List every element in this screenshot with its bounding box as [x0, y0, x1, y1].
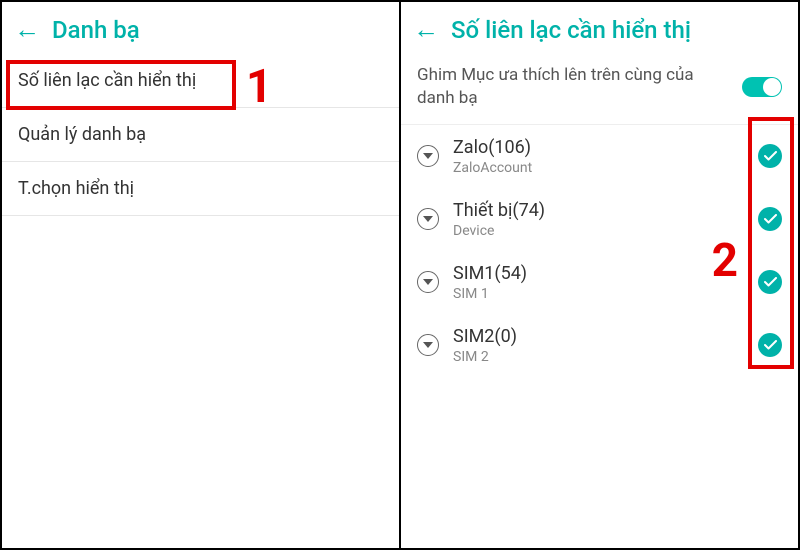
- account-text: SIM2(0) SIM 2: [453, 326, 744, 365]
- checkmark-icon[interactable]: [758, 333, 782, 357]
- account-row-zalo[interactable]: Zalo(106) ZaloAccount: [401, 125, 798, 188]
- expand-icon[interactable]: [417, 208, 439, 230]
- right-screen: ← Số liên lạc cần hiển thị Ghim Mục ưa t…: [401, 2, 798, 548]
- back-icon[interactable]: ←: [413, 17, 439, 43]
- account-title: Thiết bị(74): [453, 200, 744, 221]
- menu-item-contacts-to-display[interactable]: Số liên lạc cần hiển thị: [2, 54, 399, 108]
- page-title: Số liên lạc cần hiển thị: [451, 16, 691, 44]
- annotation-number-2: 2: [712, 234, 738, 288]
- checkmark-icon[interactable]: [758, 207, 782, 231]
- account-subtitle: SIM 1: [453, 286, 744, 302]
- account-text: Zalo(106) ZaloAccount: [453, 137, 744, 176]
- checkmark-icon[interactable]: [758, 270, 782, 294]
- account-title: SIM2(0): [453, 326, 744, 347]
- page-title: Danh bạ: [52, 16, 140, 44]
- account-row-sim1[interactable]: SIM1(54) SIM 1: [401, 251, 798, 314]
- account-title: SIM1(54): [453, 263, 744, 284]
- header: ← Số liên lạc cần hiển thị: [401, 2, 798, 54]
- back-icon[interactable]: ←: [14, 17, 40, 43]
- expand-icon[interactable]: [417, 271, 439, 293]
- header: ← Danh bạ: [2, 2, 399, 54]
- account-title: Zalo(106): [453, 137, 744, 158]
- checkmark-icon[interactable]: [758, 144, 782, 168]
- account-row-sim2[interactable]: SIM2(0) SIM 2: [401, 314, 798, 377]
- menu-item-manage-contacts[interactable]: Quản lý danh bạ: [2, 108, 399, 162]
- expand-icon[interactable]: [417, 334, 439, 356]
- account-row-device[interactable]: Thiết bị(74) Device: [401, 188, 798, 251]
- pin-favorites-toggle[interactable]: [742, 77, 782, 97]
- left-screen: ← Danh bạ Số liên lạc cần hiển thị Quản …: [2, 2, 401, 548]
- account-text: Thiết bị(74) Device: [453, 200, 744, 239]
- account-subtitle: Device: [453, 223, 744, 239]
- account-subtitle: ZaloAccount: [453, 160, 744, 176]
- annotation-number-1: 1: [246, 60, 272, 114]
- account-text: SIM1(54) SIM 1: [453, 263, 744, 302]
- account-subtitle: SIM 2: [453, 349, 744, 365]
- menu-item-display-options[interactable]: T.chọn hiển thị: [2, 162, 399, 216]
- expand-icon[interactable]: [417, 145, 439, 167]
- pin-favorites-label: Ghim Mục ưa thích lên trên cùng của danh…: [417, 64, 732, 110]
- two-pane-container: ← Danh bạ Số liên lạc cần hiển thị Quản …: [0, 0, 800, 550]
- pin-favorites-row[interactable]: Ghim Mục ưa thích lên trên cùng của danh…: [401, 54, 798, 125]
